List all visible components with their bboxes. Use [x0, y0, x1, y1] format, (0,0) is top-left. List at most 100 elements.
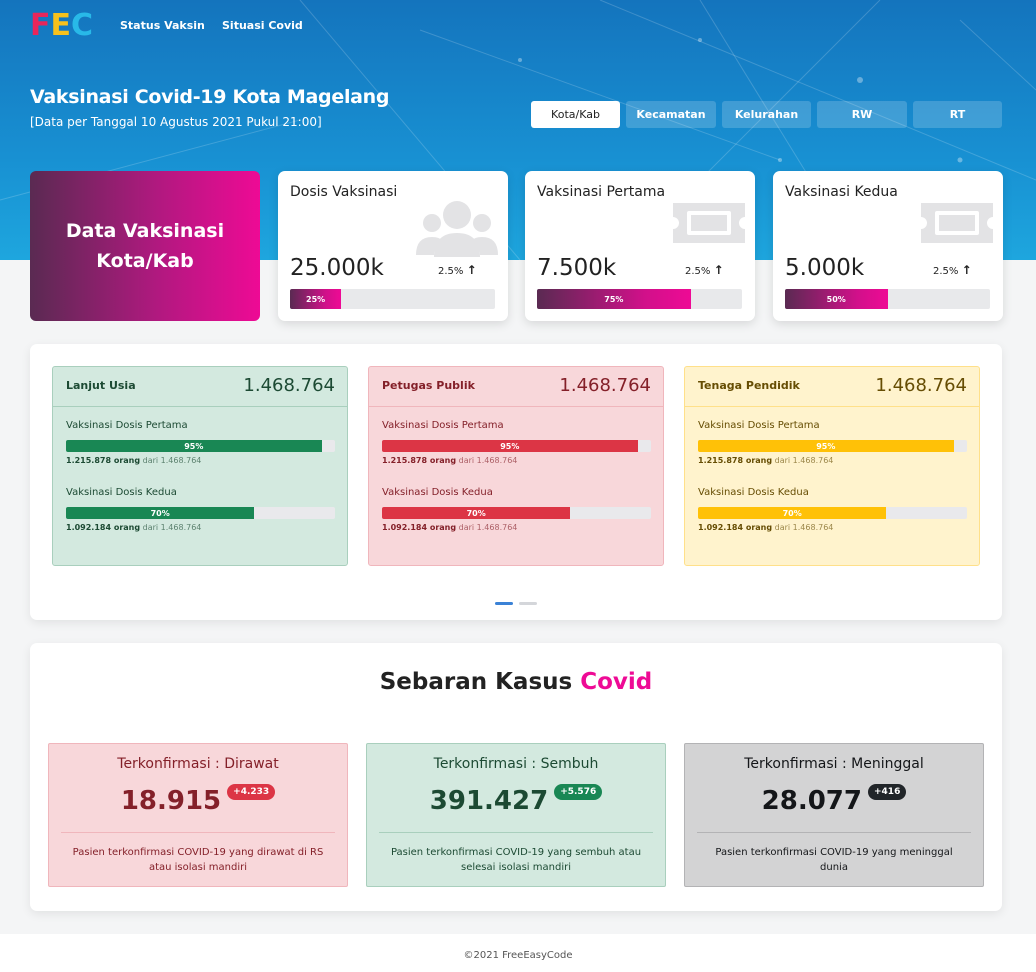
tab-kota-kab[interactable]: Kota/Kab [531, 101, 620, 128]
case-description: Pasien terkonfirmasi COVID-19 yang sembu… [390, 847, 642, 873]
stat-progress-fill: 75% [537, 289, 691, 309]
case-card-meninggal: Terkonfirmasi : Meninggal 28.077 +416 Pa… [684, 743, 984, 887]
case-label: Terkonfirmasi : Meninggal [744, 756, 924, 772]
stat-change: 2.5% ↑ [685, 263, 724, 277]
dose2-count-value: 1.092.184 orang [698, 523, 773, 532]
stat-change-value: 2.5% [933, 266, 959, 277]
tab-rt[interactable]: RT [913, 101, 1002, 128]
case-delta-badge: +416 [868, 784, 907, 800]
dose2-count: 1.092.184 orang dari 1.468.764 [382, 523, 517, 532]
dose2-progress-bar: 70% [66, 507, 335, 519]
logo-letter: E [50, 8, 71, 43]
data-timestamp: [Data per Tanggal 10 Agustus 2021 Pukul … [30, 115, 322, 129]
carousel-indicator-2[interactable] [519, 602, 537, 605]
dose1-label: Vaksinasi Dosis Pertama [66, 420, 188, 431]
category-name: Tenaga Pendidik [698, 379, 800, 392]
dose2-count-value: 1.092.184 orang [382, 523, 457, 532]
stat-value: 25.000k [290, 255, 384, 281]
logo-letter: F [30, 8, 50, 43]
case-card-dirawat: Terkonfirmasi : Dirawat 18.915 +4.233 Pa… [48, 743, 348, 887]
stat-change: 2.5% ↑ [933, 263, 972, 277]
divider [61, 832, 335, 833]
section-title-accent: Covid [580, 669, 653, 695]
dose2-progress-bar: 70% [698, 507, 967, 519]
dose2-count: 1.092.184 orang dari 1.468.764 [698, 523, 833, 532]
category-card-petugas-publik: Petugas Publik 1.468.764 Vaksinasi Dosis… [368, 366, 664, 566]
section-title-main: Sebaran Kasus [379, 669, 573, 695]
stat-change-value: 2.5% [685, 266, 711, 277]
dose1-progress-fill: 95% [698, 440, 954, 452]
stat-card-vaksinasi-kedua: Vaksinasi Kedua 5.000k 2.5% ↑ 50% [773, 171, 1003, 321]
dose2-label: Vaksinasi Dosis Kedua [698, 487, 809, 498]
dose1-progress-bar: 95% [698, 440, 967, 452]
category-card-lanjut-usia: Lanjut Usia 1.468.764 Vaksinasi Dosis Pe… [52, 366, 348, 566]
category-name: Petugas Publik [382, 379, 475, 392]
stat-title: Vaksinasi Kedua [785, 184, 898, 200]
case-delta-badge: +5.576 [554, 784, 603, 800]
summary-heading-card: Data Vaksinasi Kota/Kab [30, 171, 260, 321]
ticket-icon [673, 203, 745, 243]
case-description: Pasien terkonfirmasi COVID-19 yang diraw… [72, 847, 324, 873]
copyright-text: ©2021 FreeEasyCode [463, 950, 573, 961]
dose1-progress-fill: 95% [66, 440, 322, 452]
case-value-row: 391.427 +5.576 [367, 784, 665, 818]
stat-change-value: 2.5% [438, 266, 464, 277]
case-label: Terkonfirmasi : Sembuh [433, 756, 599, 772]
divider [697, 832, 971, 833]
dose2-progress-fill: 70% [66, 507, 255, 519]
stat-card-vaksinasi-pertama: Vaksinasi Pertama 7.500k 2.5% ↑ 75% [525, 171, 755, 321]
dose1-progress-bar: 95% [66, 440, 335, 452]
category-header: Petugas Publik 1.468.764 [369, 367, 663, 407]
dose2-label: Vaksinasi Dosis Kedua [382, 487, 493, 498]
stat-value: 7.500k [537, 255, 617, 281]
tab-kelurahan[interactable]: Kelurahan [722, 101, 811, 128]
dose2-count-total: dari 1.468.764 [458, 523, 518, 532]
category-header: Lanjut Usia 1.468.764 [53, 367, 347, 407]
dose1-label: Vaksinasi Dosis Pertama [698, 420, 820, 431]
logo-letter: C [71, 8, 93, 43]
dose1-count: 1.215.878 orang dari 1.468.764 [66, 456, 201, 465]
category-total: 1.468.764 [559, 375, 651, 396]
dose1-progress-fill: 95% [382, 440, 638, 452]
category-total: 1.468.764 [243, 375, 335, 396]
dose2-count-total: dari 1.468.764 [774, 523, 834, 532]
arrow-up-icon: ↑ [961, 263, 972, 277]
case-value: 28.077 [761, 786, 862, 816]
stat-value: 5.000k [785, 255, 865, 281]
category-header: Tenaga Pendidik 1.468.764 [685, 367, 979, 407]
dose2-count: 1.092.184 orang dari 1.468.764 [66, 523, 201, 532]
dose1-count-value: 1.215.878 orang [382, 456, 457, 465]
case-distribution-section: Sebaran Kasus Covid Terkonfirmasi : Dira… [30, 643, 1002, 911]
category-carousel: Lanjut Usia 1.468.764 Vaksinasi Dosis Pe… [30, 344, 1002, 620]
summary-heading: Data Vaksinasi Kota/Kab [65, 220, 225, 272]
dose1-count: 1.215.878 orang dari 1.468.764 [382, 456, 517, 465]
category-total: 1.468.764 [875, 375, 967, 396]
dose1-label: Vaksinasi Dosis Pertama [382, 420, 504, 431]
case-description: Pasien terkonfirmasi COVID-19 yang menin… [715, 847, 953, 873]
stat-progress-bar: 75% [537, 289, 742, 309]
tab-rw[interactable]: RW [817, 101, 907, 128]
case-card-sembuh: Terkonfirmasi : Sembuh 391.427 +5.576 Pa… [366, 743, 666, 887]
dose1-progress-bar: 95% [382, 440, 651, 452]
dose2-count-total: dari 1.468.764 [142, 523, 202, 532]
category-name: Lanjut Usia [66, 379, 136, 392]
dose2-progress-fill: 70% [382, 507, 571, 519]
stat-progress-fill: 50% [785, 289, 888, 309]
dose2-progress-bar: 70% [382, 507, 651, 519]
dose1-count-value: 1.215.878 orang [66, 456, 141, 465]
carousel-indicator-1[interactable] [495, 602, 513, 605]
case-value-row: 28.077 +416 [685, 784, 983, 818]
nav-situasi-covid[interactable]: Situasi Covid [222, 19, 303, 32]
footer: ©2021 FreeEasyCode [0, 934, 1036, 972]
carousel-indicators [495, 602, 537, 605]
stat-progress-bar: 50% [785, 289, 990, 309]
dose2-label: Vaksinasi Dosis Kedua [66, 487, 177, 498]
ticket-icon [921, 203, 993, 243]
nav-status-vaksin[interactable]: Status Vaksin [120, 19, 205, 32]
dose1-count-total: dari 1.468.764 [458, 456, 518, 465]
stat-progress-bar: 25% [290, 289, 495, 309]
tab-kecamatan[interactable]: Kecamatan [626, 101, 716, 128]
brand-logo[interactable]: F E C [30, 10, 96, 42]
section-title: Sebaran Kasus Covid [30, 669, 1002, 695]
users-icon [416, 201, 498, 257]
